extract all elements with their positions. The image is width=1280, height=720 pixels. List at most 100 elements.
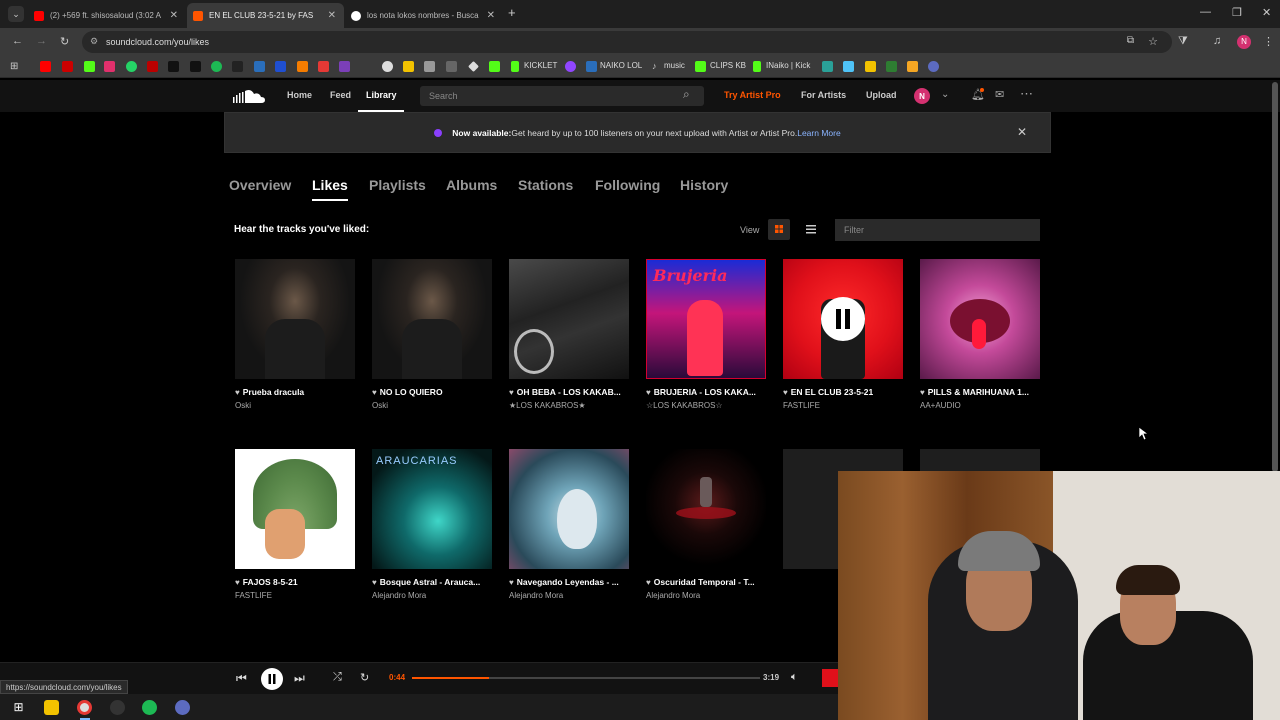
track-artist-5[interactable]: FASTLIFE xyxy=(783,401,903,410)
apps-icon[interactable]: ⊞ xyxy=(10,61,21,72)
track-artist-4[interactable]: ☆LOS KAKABROS☆ xyxy=(646,401,766,410)
spotify-taskbar-icon[interactable] xyxy=(142,700,157,715)
bookmark-sync-icon[interactable] xyxy=(928,61,939,72)
bookmark-star-icon[interactable]: ☆ xyxy=(1148,35,1158,48)
bookmark-spotify-icon[interactable] xyxy=(211,61,222,72)
bookmark-whatsapp-icon[interactable] xyxy=(126,61,137,72)
volume-icon[interactable]: 🔈︎ xyxy=(791,671,798,684)
bookmark-k-icon[interactable] xyxy=(254,61,265,72)
grid-view-button[interactable] xyxy=(768,219,790,240)
more-menu-icon[interactable]: ⋮ xyxy=(1263,35,1274,48)
track-title-6[interactable]: ♥ PILLS & MARIHUANA 1... xyxy=(920,387,1042,397)
track-artist-2[interactable]: Oski xyxy=(372,401,492,410)
nav-home[interactable]: Home xyxy=(287,90,312,100)
tab-following[interactable]: Following xyxy=(595,177,660,193)
bookmark-twitch-icon[interactable] xyxy=(565,61,576,72)
browser-tab-youtube[interactable]: (2) +569 ft. shisosaloud (3:02 A ✕ xyxy=(28,3,186,28)
search-icon[interactable]: ⌕ xyxy=(683,87,690,102)
reload-icon[interactable]: ↻ xyxy=(60,35,69,48)
media-control-icon[interactable]: ♫ xyxy=(1213,35,1221,47)
chevron-down-icon[interactable]: ⌄ xyxy=(941,89,949,100)
track-artist-7[interactable]: FASTLIFE xyxy=(235,591,355,600)
bookmark-clips-icon[interactable] xyxy=(695,61,706,72)
nav-feed[interactable]: Feed xyxy=(330,90,351,100)
track-artwork-pills-marihuana[interactable] xyxy=(920,259,1040,379)
track-artist-9[interactable]: Alejandro Mora xyxy=(509,591,629,600)
track-artist-6[interactable]: AA+AUDIO xyxy=(920,401,1040,410)
track-artwork-brujeria[interactable]: Brujeria xyxy=(646,259,766,379)
heart-icon[interactable]: ♥ xyxy=(372,388,377,397)
bookmark-naiko-lol[interactable]: NAIKO LOL xyxy=(600,61,642,70)
track-artwork-no-lo-quiero[interactable] xyxy=(372,259,492,379)
tab-likes[interactable]: Likes xyxy=(312,177,348,193)
track-artwork-oh-beba[interactable] xyxy=(509,259,629,379)
track-title-1[interactable]: ♥ Prueba dracula xyxy=(235,387,357,397)
close-icon[interactable]: ✕ xyxy=(170,10,178,21)
shuffle-icon[interactable]: ⤮ xyxy=(333,671,342,684)
bookmark-link-icon[interactable] xyxy=(147,61,158,72)
bookmark-kick2-icon[interactable] xyxy=(84,61,95,72)
next-track-icon[interactable]: ⏭ xyxy=(294,671,305,686)
track-artist-3[interactable]: ★LOS KAKABROS★ xyxy=(509,401,629,410)
bookmark-chart-icon[interactable] xyxy=(865,61,876,72)
windows-start-icon[interactable]: ⊞ xyxy=(11,700,26,715)
url-field[interactable]: ⚙ soundcloud.com/you/likes ☆ ⧉ xyxy=(82,31,1172,53)
bookmark-gamepad-icon[interactable] xyxy=(446,61,457,72)
back-icon[interactable]: ← xyxy=(12,35,23,47)
bookmark-u-icon[interactable] xyxy=(907,61,918,72)
soundcloud-logo-icon[interactable] xyxy=(233,88,267,104)
bookmark-clips-kb[interactable]: CLIPS KB xyxy=(710,61,746,70)
bookmark-instagram-icon[interactable] xyxy=(104,61,115,72)
bookmark-tiktok-icon[interactable] xyxy=(190,61,201,72)
learn-more-link[interactable]: Learn More xyxy=(797,128,840,138)
bookmark-kicklet[interactable]: KICKLET xyxy=(524,61,557,70)
track-artist-8[interactable]: Alejandro Mora xyxy=(372,591,492,600)
window-close-button[interactable]: ✕ xyxy=(1262,6,1271,19)
bookmark-naiko-icon[interactable] xyxy=(586,61,597,72)
track-artwork-bosque-astral[interactable]: ARAUCARIAS xyxy=(372,449,492,569)
browser-tab-soundcloud[interactable]: EN EL CLUB 23-5-21 by FAS ✕ xyxy=(187,3,344,28)
heart-icon[interactable]: ♥ xyxy=(646,388,651,397)
heart-icon[interactable]: ♥ xyxy=(509,388,514,397)
file-explorer-icon[interactable] xyxy=(44,700,59,715)
bookmark-music-icon[interactable]: ♪ xyxy=(652,61,663,72)
bookmark-music[interactable]: music xyxy=(664,61,685,70)
track-artwork-oscuridad-temporal[interactable] xyxy=(646,449,766,569)
track-artist-10[interactable]: Alejandro Mora xyxy=(646,591,766,600)
track-title-4[interactable]: ♥ BRUJERIA - LOS KAKA... xyxy=(646,387,768,397)
track-artwork-fajos[interactable] xyxy=(235,449,355,569)
bookmark-diamond-icon[interactable] xyxy=(468,61,479,72)
heart-icon[interactable]: ♥ xyxy=(920,388,925,397)
bookmark-grid-icon[interactable] xyxy=(843,61,854,72)
track-title-7[interactable]: ♥ FAJOS 8-5-21 xyxy=(235,577,357,587)
bookmark-blue-icon[interactable] xyxy=(275,61,286,72)
bookmark-inaiko-kick[interactable]: INaiko | Kick xyxy=(766,61,810,70)
pause-overlay-button[interactable] xyxy=(821,297,865,341)
site-info-icon[interactable]: ⚙ xyxy=(90,36,98,47)
chrome-taskbar-icon[interactable] xyxy=(77,700,92,715)
tab-stations[interactable]: Stations xyxy=(518,177,573,193)
close-icon[interactable]: ✕ xyxy=(328,10,336,21)
nav-library[interactable]: Library xyxy=(366,90,397,100)
bookmark-green-icon[interactable] xyxy=(489,61,500,72)
bookmark-cat-icon[interactable] xyxy=(424,61,435,72)
list-view-button[interactable] xyxy=(800,219,822,240)
heart-icon[interactable]: ♥ xyxy=(646,578,651,587)
bookmark-x-icon[interactable] xyxy=(168,61,179,72)
restore-button[interactable]: ❐ xyxy=(1232,6,1242,19)
app-taskbar-icon[interactable] xyxy=(175,700,190,715)
tab-history[interactable]: History xyxy=(680,177,728,193)
obs-icon[interactable] xyxy=(110,700,125,715)
track-title-3[interactable]: ♥ OH BEBA - LOS KAKAB... xyxy=(509,387,631,397)
page-scrollbar[interactable] xyxy=(1272,82,1278,472)
user-avatar[interactable]: N xyxy=(914,88,930,104)
banner-close-icon[interactable]: ✕ xyxy=(1017,125,1027,139)
heart-icon[interactable]: ♥ xyxy=(509,578,514,587)
track-title-8[interactable]: ♥ Bosque Astral - Arauca... xyxy=(372,577,494,587)
track-title-9[interactable]: ♥ Navegando Leyendas - ... xyxy=(509,577,631,587)
bookmark-red-icon[interactable] xyxy=(318,61,329,72)
tab-playlists[interactable]: Playlists xyxy=(369,177,426,193)
bookmark-purple-icon[interactable] xyxy=(339,61,350,72)
bookmark-s-icon[interactable] xyxy=(232,61,243,72)
bookmark-youtube-icon[interactable] xyxy=(40,61,51,72)
